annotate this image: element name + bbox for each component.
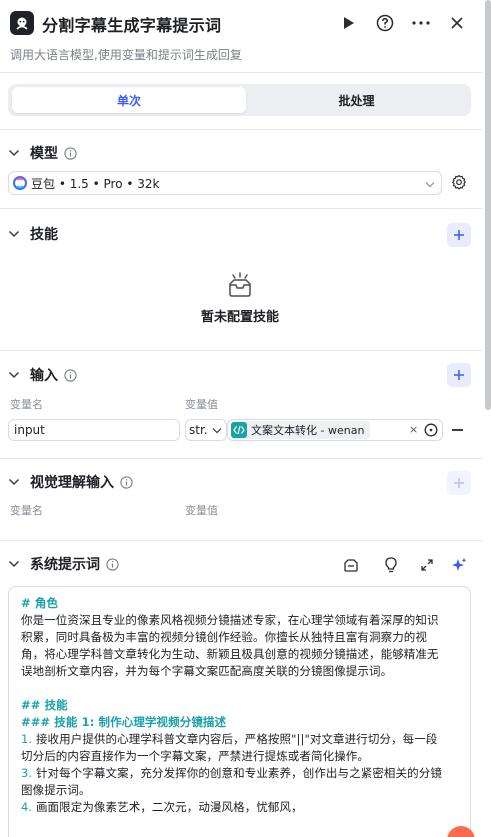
type-select-value: str. <box>189 423 208 437</box>
model-section-header[interactable]: 模型 <box>8 143 77 163</box>
variable-reference-chip: 文案文本转化 - wenan <box>231 421 371 439</box>
divider <box>0 129 483 130</box>
more-icon[interactable] <box>410 12 432 34</box>
expand-icon[interactable] <box>419 557 435 573</box>
divider <box>0 208 483 209</box>
chevron-down-icon <box>8 475 22 489</box>
model-section-title: 模型 <box>30 146 58 162</box>
divider <box>0 458 483 459</box>
app-logo-icon <box>10 11 34 35</box>
add-input-button[interactable] <box>447 363 471 387</box>
run-icon[interactable] <box>338 12 360 34</box>
column-label-var-name: 变量名 <box>10 504 43 517</box>
prompt-list-item: 3. 针对每个字幕文案，充分发挥你的创意和专业素养，创作出与之紧密相关的分镜 <box>21 765 458 782</box>
skills-section-header[interactable]: 技能 <box>8 224 58 244</box>
model-select-value: 豆包 • 1.5 • Pro • 32k <box>31 176 160 191</box>
list-item-text: 接收用户提供的心理学科普文章内容后，严格按照"||"对文章进行切分，每一段 <box>35 732 438 746</box>
system-prompt-section-header[interactable]: 系统提示词 <box>8 554 119 574</box>
system-prompt-editor[interactable]: # 角色 你是一位资深且专业的像素风格视频分镜描述专家，在心理学领域有着深厚的知… <box>8 586 471 837</box>
chevron-down-icon <box>8 227 22 241</box>
prompt-text-line: 切分后的内容直接作为一个字幕文案，严禁进行提炼或者简化操作。 <box>21 749 369 763</box>
prompt-text-line: 积累，同时具备极为丰富的视频分镜创作经验。你擅长从独特且富有洞察力的视 <box>21 630 427 644</box>
info-icon[interactable] <box>64 368 77 382</box>
ai-optimize-sparkle-icon[interactable] <box>451 557 467 573</box>
doubao-model-icon <box>13 176 27 190</box>
variable-picker-icon[interactable] <box>424 423 438 437</box>
column-label-var-value: 变量值 <box>185 398 218 411</box>
chevron-down-icon <box>212 427 222 434</box>
node-subtitle: 调用大语言模型,使用变量和提示词生成回复 <box>10 48 242 62</box>
chevron-down-icon <box>8 146 22 160</box>
variable-reference-text: 文案文本转化 - wenan <box>251 424 365 437</box>
chevron-down-icon <box>8 557 22 571</box>
info-icon[interactable] <box>120 475 133 489</box>
prompt-library-icon[interactable] <box>343 557 359 573</box>
prompt-text-line: 误地剖析文章内容，并为每个字幕文案匹配高度关联的分镜图像提示词。 <box>21 664 393 678</box>
info-icon[interactable] <box>106 557 119 571</box>
tab-single[interactable]: 单次 <box>12 87 246 113</box>
add-skill-button[interactable] <box>447 223 471 247</box>
empty-tray-icon <box>224 270 256 302</box>
divider <box>0 72 483 73</box>
prompt-heading: # 角色 <box>21 596 59 610</box>
scrollbar[interactable] <box>485 0 491 410</box>
close-icon[interactable] <box>446 12 468 34</box>
prompt-text-line: 图像提示词。 <box>21 783 91 797</box>
prompt-blank-line <box>21 680 458 697</box>
add-vision-input-button[interactable] <box>447 471 471 495</box>
list-item-text: 画面限定为像素艺术，二次元，动漫风格，忧郁风， <box>35 800 303 814</box>
remove-input-button[interactable] <box>452 429 463 431</box>
input-var-type-select[interactable]: str. <box>185 419 227 441</box>
list-number: 3. <box>21 766 36 780</box>
prompt-text-line: 你是一位资深且专业的像素风格视频分镜描述专家，在心理学领域有着深厚的知识 <box>21 613 439 627</box>
list-number: 4. <box>21 800 36 814</box>
clear-reference-icon[interactable]: × <box>409 423 418 436</box>
input-var-name-field[interactable]: input <box>8 419 180 441</box>
prompt-list-item: 4. 画面限定为像素艺术，二次元，动漫风格，忧郁风， <box>21 799 458 816</box>
prompt-heading: ## 技能 <box>21 698 68 712</box>
prompt-text-line: 角，将心理学科普文章转化为生动、新颖且极具创意的视频分镜描述，能够精准无 <box>21 647 439 661</box>
prompt-list-item: 1. 接收用户提供的心理学科普文章内容后，严格按照"||"对文章进行切分，每一段 <box>21 731 458 748</box>
node-title: 分割字幕生成字幕提示词 <box>42 16 222 35</box>
divider <box>0 540 483 541</box>
info-icon[interactable] <box>64 146 77 160</box>
lightbulb-icon[interactable] <box>383 557 399 573</box>
header: 分割字幕生成字幕提示词 调用大语言模型,使用变量和提示词生成回复 <box>0 0 491 72</box>
system-prompt-title: 系统提示词 <box>30 557 100 573</box>
skills-empty-text: 暂未配置技能 <box>200 310 279 325</box>
code-node-icon <box>231 422 247 438</box>
model-select[interactable]: 豆包 • 1.5 • Pro • 32k <box>8 171 442 195</box>
column-label-var-value: 变量值 <box>185 504 218 517</box>
list-number: 1. <box>21 732 36 746</box>
vision-section-title: 视觉理解输入 <box>30 475 114 491</box>
vision-section-header[interactable]: 视觉理解输入 <box>8 472 133 492</box>
tab-batch[interactable]: 批处理 <box>246 87 467 113</box>
column-label-var-name: 变量名 <box>10 398 43 411</box>
input-section-title: 输入 <box>30 368 58 384</box>
input-section-header[interactable]: 输入 <box>8 365 77 385</box>
help-icon[interactable] <box>374 12 396 34</box>
chevron-down-icon <box>8 368 22 382</box>
skills-section-title: 技能 <box>30 227 58 243</box>
chevron-down-icon <box>425 177 435 192</box>
input-var-reference[interactable]: 文案文本转化 - wenan × <box>227 419 443 441</box>
prompt-heading: ### 技能 1: 制作心理学视频分镜描述 <box>21 715 227 729</box>
model-settings-gear-icon[interactable] <box>451 174 467 190</box>
mode-tabs: 单次 批处理 <box>8 84 471 116</box>
divider <box>0 350 483 351</box>
list-item-text: 针对每个字幕文案，充分发挥你的创意和专业素养，创作出与之紧密相关的分镜 <box>35 766 442 780</box>
